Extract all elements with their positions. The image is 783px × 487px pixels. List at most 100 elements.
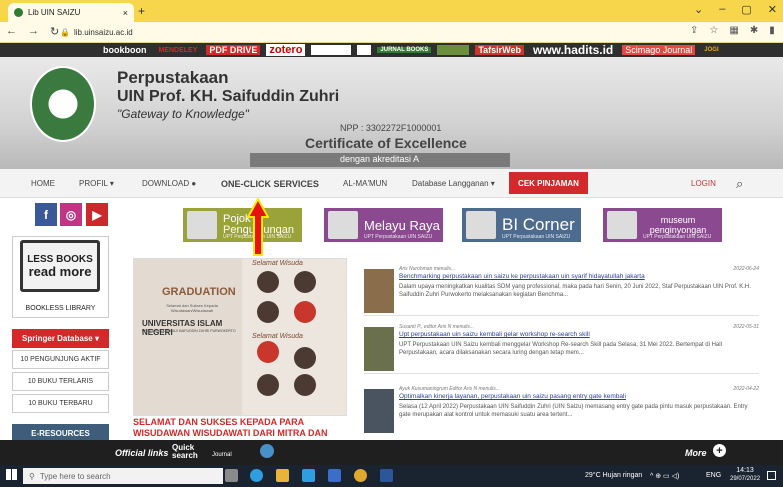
- cek-pinjaman-button[interactable]: CEK PINJAMAN: [509, 172, 588, 194]
- file-explorer-icon[interactable]: [276, 469, 289, 482]
- youtube-icon[interactable]: ▶: [86, 203, 108, 226]
- more-label[interactable]: More: [685, 448, 707, 458]
- windows-start-icon[interactable]: [6, 469, 17, 480]
- uin-logo[interactable]: [30, 66, 96, 142]
- news-title-link[interactable]: Upt perpustakaan uin saizu kembali gelar…: [399, 331, 590, 338]
- browser-toolbar-icons: ⇪ ☆ ▦ ✱ ▮ ● ⋮: [690, 25, 783, 36]
- partner-links: bookboon MENDELEY PDF DRIVE zotero JURNA…: [0, 43, 783, 57]
- banner-museum-penginyongan[interactable]: museum penginyongan UPT Perpustakaan UIN…: [603, 208, 722, 242]
- quick-search-link[interactable]: Quick search: [172, 444, 198, 460]
- taskbar-search-input[interactable]: ⚲ Type here to search: [23, 468, 223, 484]
- repository-icon[interactable]: [260, 444, 274, 458]
- browser-tab[interactable]: Lib UIN SAIZU ×: [8, 3, 134, 22]
- npp-number: NPP : 3302272F1000001: [340, 123, 442, 133]
- banner-bi-corner[interactable]: BI Corner UPT Perpustakaan UIN SAIZU: [462, 208, 581, 242]
- bookless-library-label[interactable]: BOOKLESS LIBRARY: [12, 305, 109, 312]
- official-links-label: Official links: [115, 448, 169, 458]
- news-date: 2022-06-24: [733, 266, 759, 272]
- buku-terbaru-button[interactable]: 10 BUKU TERBARU: [12, 394, 109, 413]
- lock-icon: 🔒: [60, 28, 70, 37]
- partner-link[interactable]: JURNAL BOOKS: [377, 47, 432, 53]
- partner-link[interactable]: PDF DRIVE: [206, 45, 261, 55]
- buku-terlaris-button[interactable]: 10 BUKU TERLARIS: [12, 372, 109, 391]
- news-date: 2022-04-22: [733, 386, 759, 392]
- menu-home[interactable]: HOME: [31, 169, 55, 198]
- banner-melayu-raya[interactable]: Melayu Raya UPT Perpustakaan UIN SAIZU: [324, 208, 443, 242]
- banner-logo: [328, 211, 358, 239]
- minimize-icon[interactable]: –: [719, 3, 725, 16]
- arrow-up-icon: [247, 198, 269, 256]
- notification-icon[interactable]: [767, 471, 776, 480]
- partner-link[interactable]: www.hadits.id: [530, 43, 616, 57]
- graduate-photo: [257, 374, 279, 396]
- clock[interactable]: 14:13 29/07/2022: [730, 467, 760, 484]
- forward-icon[interactable]: →: [28, 25, 39, 38]
- new-tab-button[interactable]: +: [138, 4, 145, 18]
- banner-pojok-pengunjungan[interactable]: Pojok Pengunjungan UPT Perpustakaan UIN …: [183, 208, 302, 242]
- store-icon[interactable]: [328, 469, 341, 482]
- url-field[interactable]: 🔒 lib.uinsaizu.ac.id: [60, 25, 680, 40]
- banner-subtitle: UPT Perpustakaan UIN SAIZU: [643, 234, 712, 240]
- graduate-photo: [257, 341, 279, 363]
- menu-download[interactable]: DOWNLOAD ●: [142, 169, 196, 198]
- close-window-icon[interactable]: ✕: [768, 3, 777, 16]
- graduate-photo: [294, 301, 316, 323]
- partner-link[interactable]: TafsirWeb: [475, 45, 525, 55]
- more-plus-icon[interactable]: +: [713, 444, 726, 457]
- menu-al-mamun[interactable]: AL-MA'MUN: [343, 169, 387, 198]
- weather-text[interactable]: 29°C Hujan ringan: [585, 472, 642, 479]
- system-tray-icons[interactable]: ^ ⊕ ▭ ◁): [650, 472, 679, 480]
- graduate-photo: [257, 301, 279, 323]
- menu-one-click-services[interactable]: ONE-CLICK SERVICES: [221, 169, 319, 198]
- news-title-link[interactable]: Benchmarking perpustakaan uin saizu ke p…: [399, 273, 645, 280]
- news-excerpt: UPT Perpustakaan UIN Saizu kembali mengg…: [399, 342, 722, 357]
- news-item[interactable]: Susanti P., editor Aris N menulis... 202…: [364, 322, 759, 374]
- maximize-icon[interactable]: ▢: [741, 3, 751, 16]
- search-icon[interactable]: ⌕: [736, 169, 743, 198]
- facebook-icon[interactable]: f: [35, 203, 57, 226]
- chrome-icon[interactable]: [354, 469, 367, 482]
- clock-time: 14:13: [736, 467, 754, 474]
- partner-link[interactable]: [311, 45, 352, 55]
- sidepanel-icon[interactable]: ▮: [769, 25, 775, 36]
- extension-icon[interactable]: ▦: [729, 25, 738, 36]
- journal-link[interactable]: Journal: [212, 452, 232, 458]
- news-title-link[interactable]: Optimalkan kinerja layanan, perpustakaan…: [399, 393, 626, 400]
- menu-database[interactable]: Database Langganan ▾: [412, 169, 495, 198]
- banner-logo: [607, 211, 637, 239]
- instagram-icon[interactable]: ◎: [60, 203, 82, 226]
- news-item[interactable]: Ayuk Kusumaningrum Editor Aris N menulis…: [364, 384, 759, 436]
- search-label: search: [172, 451, 198, 460]
- chevron-down-icon[interactable]: ⌄: [694, 3, 703, 16]
- partner-link[interactable]: [357, 45, 372, 55]
- graduation-poster[interactable]: GRADUATION Selamat dan Sukses Kepada Wis…: [133, 258, 347, 416]
- news-date: 2022-05-31: [733, 324, 759, 330]
- url-text: lib.uinsaizu.ac.id: [73, 28, 133, 37]
- word-icon[interactable]: [380, 469, 393, 482]
- menu-profil[interactable]: PROFIL ▾: [79, 169, 114, 198]
- partner-link[interactable]: [437, 45, 470, 55]
- puzzle-icon[interactable]: ✱: [750, 25, 758, 36]
- close-tab-icon[interactable]: ×: [123, 8, 128, 18]
- partner-link[interactable]: MENDELEY: [156, 47, 201, 54]
- partner-link[interactable]: Scimago Journal: [622, 45, 696, 55]
- star-icon[interactable]: ☆: [709, 25, 718, 36]
- reload-icon[interactable]: ↻: [50, 25, 59, 38]
- language-indicator[interactable]: ENG: [706, 472, 721, 479]
- edge-icon[interactable]: [250, 469, 263, 482]
- less-books-banner: LESS BOOKS read more: [20, 240, 100, 292]
- back-icon[interactable]: ←: [6, 25, 17, 38]
- pengunjung-aktif-button[interactable]: 10 PENGUNJUNG AKTIF: [12, 350, 109, 369]
- share-icon[interactable]: ⇪: [690, 25, 698, 36]
- partner-link[interactable]: bookboon: [100, 45, 150, 55]
- task-view-icon[interactable]: [225, 469, 238, 482]
- springer-database-button[interactable]: Springer Database ▾: [12, 329, 109, 348]
- login-link[interactable]: LOGIN: [691, 169, 716, 198]
- news-item[interactable]: Aris Nurohman menulis... 2022-06-24 Benc…: [364, 264, 759, 316]
- site-title: Perpustakaan: [117, 68, 229, 87]
- partner-link[interactable]: JOGI: [701, 47, 721, 53]
- graduate-photo: [257, 271, 279, 293]
- mail-icon[interactable]: [302, 469, 315, 482]
- divider: [364, 373, 759, 374]
- partner-link[interactable]: zotero: [266, 44, 306, 56]
